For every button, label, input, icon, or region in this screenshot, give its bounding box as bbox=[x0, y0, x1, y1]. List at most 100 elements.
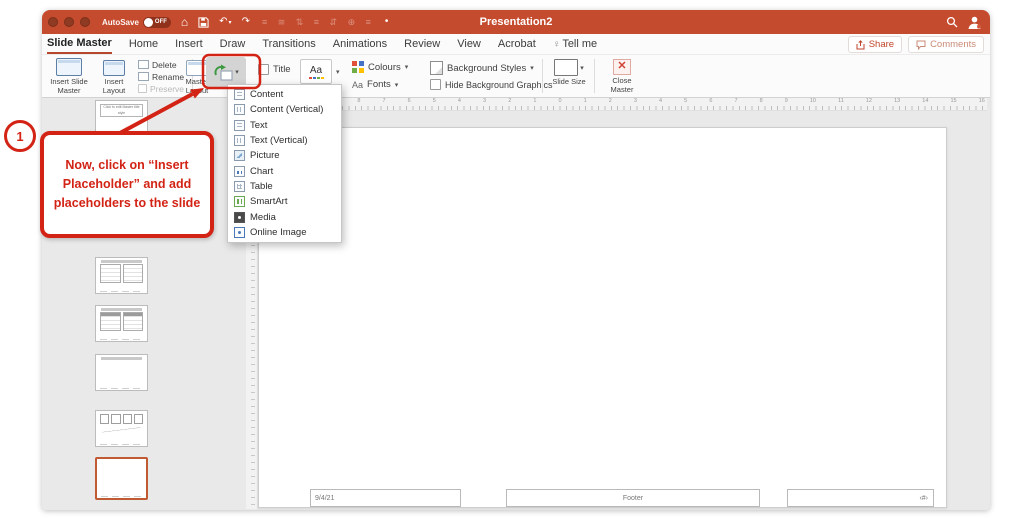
thumbnail-title-placeholder: Click to edit Master title style bbox=[100, 104, 143, 117]
thumbnail-content-box bbox=[123, 264, 144, 283]
colours-dropdown-icon: ▾ bbox=[405, 63, 409, 71]
save-icon[interactable] bbox=[198, 17, 209, 28]
undo-icon[interactable]: ↶ bbox=[219, 10, 227, 34]
title-checkbox[interactable]: Title bbox=[258, 64, 291, 75]
thumbnail-title-line bbox=[101, 308, 142, 311]
ruler-number: 15 bbox=[950, 98, 956, 104]
slide-canvas[interactable]: 9/4/21 Footer ‹#› bbox=[258, 127, 947, 508]
insert-slide-master-label: Insert Slide Master bbox=[46, 78, 92, 95]
tab-draw[interactable]: Draw bbox=[220, 35, 246, 53]
thumbnail-content-layout[interactable] bbox=[95, 410, 148, 447]
background-styles-label: Background Styles bbox=[447, 63, 526, 74]
theme-gallery-button[interactable]: Aa ▾ bbox=[300, 59, 340, 84]
menu-item-label: Content (Vertical) bbox=[250, 104, 323, 115]
menu-item-online-image[interactable]: Online Image bbox=[228, 225, 341, 240]
thumbnail-two-content-layout[interactable] bbox=[95, 257, 148, 294]
home-icon[interactable]: ⌂ bbox=[181, 10, 188, 34]
thumbnail-footer-line bbox=[100, 339, 143, 340]
tab-tell-me[interactable]: ♀Tell me bbox=[553, 35, 597, 54]
menu-item-smartart[interactable]: SmartArt bbox=[228, 194, 341, 209]
chart-icon bbox=[234, 166, 245, 177]
background-styles-button[interactable]: Background Styles ▾ bbox=[430, 61, 534, 75]
screenshot-canvas: AutoSave OFF ⌂ ↶▾ ↷ ≡ ≅ ⇅ ≡ ⇵ ⊕ ≡ • Pres… bbox=[0, 0, 1024, 526]
tab-animations[interactable]: Animations bbox=[333, 35, 387, 53]
menu-item-picture[interactable]: Picture bbox=[228, 148, 341, 163]
menu-item-table[interactable]: Table bbox=[228, 179, 341, 194]
menu-item-chart[interactable]: Chart bbox=[228, 163, 341, 178]
tab-slide-master[interactable]: Slide Master bbox=[47, 34, 112, 54]
slide-size-icon bbox=[554, 59, 578, 76]
user-avatar[interactable] bbox=[967, 15, 982, 30]
text-icon bbox=[234, 120, 245, 131]
menu-item-text[interactable]: Text bbox=[228, 118, 341, 133]
insert-layout-label: Insert Layout bbox=[94, 78, 134, 95]
ribbon-button-row: Insert Slide Master Insert Layout Delete… bbox=[42, 55, 990, 98]
close-master-button[interactable]: ✕ Close Master bbox=[600, 59, 644, 94]
theme-gallery-dropdown-icon[interactable]: ▾ bbox=[336, 68, 340, 76]
tab-transitions[interactable]: Transitions bbox=[262, 35, 315, 53]
master-layout-icon bbox=[186, 60, 208, 76]
menu-item-content-vertical[interactable]: Content (Vertical) bbox=[228, 102, 341, 117]
content-vertical-icon bbox=[234, 104, 245, 115]
ruler-number: 12 bbox=[866, 98, 872, 104]
slide-size-label: Slide Size bbox=[552, 78, 585, 87]
tab-review[interactable]: Review bbox=[404, 35, 440, 53]
redo-icon[interactable]: ↷ bbox=[242, 10, 250, 34]
ruler-number: 7 bbox=[382, 98, 385, 104]
slide-number-placeholder[interactable]: ‹#› bbox=[787, 489, 934, 507]
fonts-button[interactable]: Aa Fonts ▾ bbox=[352, 79, 398, 90]
ruler-number: 11 bbox=[838, 98, 844, 104]
table-icon bbox=[234, 181, 245, 192]
ruler-number: 2 bbox=[609, 98, 612, 104]
menu-item-content[interactable]: Content bbox=[228, 87, 341, 102]
tab-home[interactable]: Home bbox=[129, 35, 158, 53]
comments-button[interactable]: Comments bbox=[908, 36, 984, 53]
zoom-window-button[interactable] bbox=[80, 17, 90, 27]
date-placeholder[interactable]: 9/4/21 bbox=[310, 489, 461, 507]
footer-placeholder[interactable]: Footer bbox=[506, 489, 760, 507]
thumbnail-title-line bbox=[101, 260, 142, 263]
minimize-window-button[interactable] bbox=[64, 17, 74, 27]
colours-icon bbox=[352, 61, 364, 73]
tab-insert[interactable]: Insert bbox=[175, 35, 203, 53]
ruler-number: 5 bbox=[684, 98, 687, 104]
insert-slide-master-button[interactable]: Insert Slide Master bbox=[46, 58, 92, 95]
share-button[interactable]: Share bbox=[848, 36, 902, 53]
thumbnail-title-only-layout[interactable] bbox=[95, 354, 148, 391]
ruler-number: 13 bbox=[894, 98, 900, 104]
ruler-number: 0 bbox=[558, 98, 561, 104]
undo-dropdown-icon[interactable]: ▾ bbox=[229, 19, 232, 26]
menu-item-label: Text bbox=[250, 120, 267, 131]
insert-placeholder-button[interactable]: ▾ bbox=[206, 57, 246, 87]
menu-item-label: SmartArt bbox=[250, 196, 287, 207]
tab-acrobat[interactable]: Acrobat bbox=[498, 35, 536, 53]
thumbnail-content-box bbox=[123, 312, 144, 331]
thumbnail-scribble bbox=[102, 426, 141, 434]
thumbnail-content-box bbox=[100, 312, 121, 331]
thumbnail-blank-layout-selected[interactable] bbox=[95, 457, 148, 500]
tab-view[interactable]: View bbox=[457, 35, 481, 53]
insert-layout-button[interactable]: Insert Layout bbox=[94, 60, 134, 95]
close-window-button[interactable] bbox=[48, 17, 58, 27]
thumbnail-content-box bbox=[100, 264, 121, 283]
insert-placeholder-menu: Content Content (Vertical) Text Text (Ve… bbox=[227, 84, 342, 243]
ribbon-tab-bar: Slide Master Home Insert Draw Transition… bbox=[42, 34, 990, 55]
search-icon[interactable] bbox=[946, 16, 958, 28]
ribbon-divider bbox=[542, 59, 543, 93]
overflow-icon[interactable]: • bbox=[385, 10, 389, 34]
hide-background-graphics-checkbox[interactable]: Hide Background Graphics bbox=[430, 79, 553, 90]
menu-item-media[interactable]: Media bbox=[228, 209, 341, 224]
colours-button[interactable]: Colours ▾ bbox=[352, 61, 408, 73]
tell-me-label: Tell me bbox=[562, 38, 597, 50]
thumbnail-footer-line bbox=[100, 388, 143, 389]
thumbnail-footer-line bbox=[101, 496, 142, 497]
ribbon-divider bbox=[594, 59, 595, 93]
tell-me-icon: ♀ bbox=[553, 39, 561, 50]
thumbnail-comparison-layout[interactable] bbox=[95, 305, 148, 342]
menu-item-label: Text (Vertical) bbox=[250, 135, 308, 146]
autosave-toggle[interactable]: OFF bbox=[143, 17, 171, 28]
share-label: Share bbox=[869, 39, 894, 50]
slide-size-button[interactable]: ▾ Slide Size bbox=[548, 59, 590, 87]
thumbnail-footer-line bbox=[100, 444, 143, 445]
menu-item-text-vertical[interactable]: Text (Vertical) bbox=[228, 133, 341, 148]
